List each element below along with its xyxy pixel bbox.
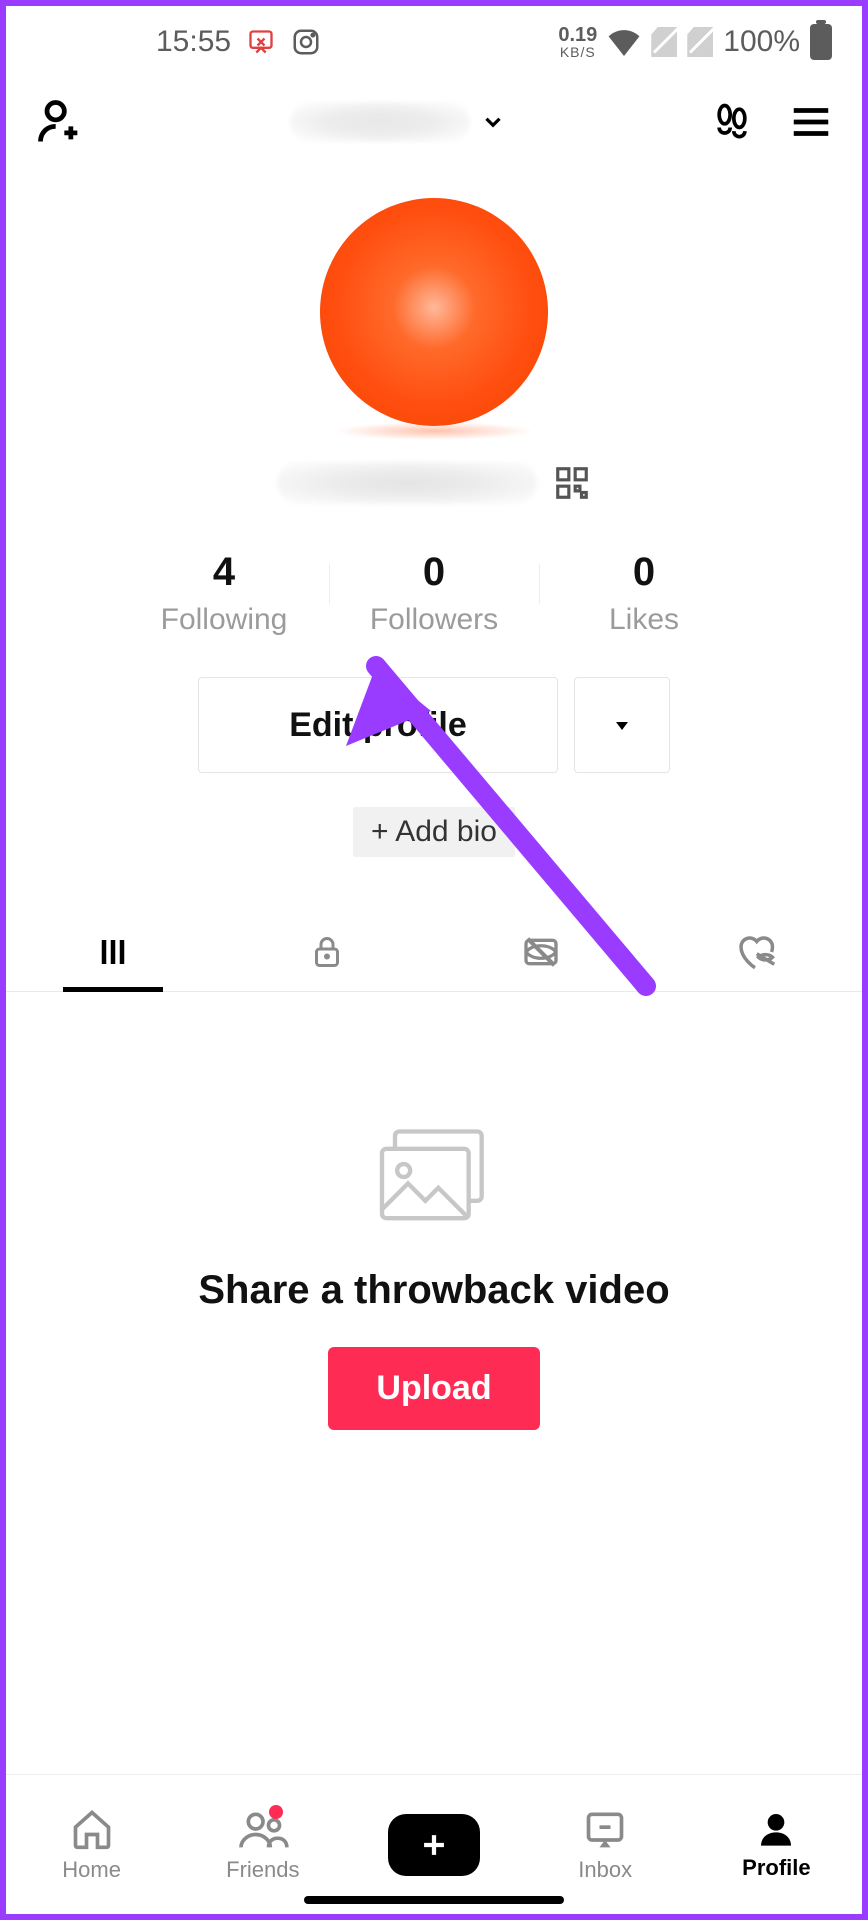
nav-friends-label: Friends (226, 1857, 299, 1883)
tab-posts[interactable] (6, 913, 220, 991)
create-button[interactable] (388, 1814, 480, 1876)
stats-row: 4 Following 0 Followers 0 Likes (6, 550, 862, 637)
edit-profile-button[interactable]: Edit profile (198, 677, 558, 773)
nav-profile-label: Profile (742, 1855, 810, 1881)
screen-record-icon (247, 28, 275, 56)
more-dropdown-button[interactable] (574, 677, 670, 773)
add-friend-icon[interactable] (34, 96, 86, 148)
profile-header (6, 78, 862, 158)
status-bar: 15:55 0.19 KB/S 100% (6, 6, 862, 78)
sim1-off-icon (651, 27, 677, 57)
add-bio-label: + Add bio (371, 815, 497, 848)
nav-friends[interactable]: Friends (177, 1775, 348, 1914)
nav-home[interactable]: Home (6, 1775, 177, 1914)
clock: 15:55 (156, 25, 231, 59)
nav-home-label: Home (62, 1857, 121, 1883)
following-stat[interactable]: 4 Following (119, 550, 329, 637)
username-hidden (290, 102, 470, 142)
battery-percent: 100% (723, 25, 800, 59)
tab-reposts[interactable] (434, 913, 648, 991)
upload-button[interactable]: Upload (328, 1347, 539, 1430)
tab-liked[interactable] (648, 913, 862, 991)
home-indicator (304, 1896, 564, 1904)
empty-title: Share a throwback video (198, 1268, 669, 1313)
wifi-icon (607, 28, 641, 56)
battery-icon (810, 24, 832, 60)
nav-inbox[interactable]: Inbox (520, 1775, 691, 1914)
bottom-nav: Home Friends Inbox Profile (6, 1774, 862, 1914)
notification-dot (269, 1805, 283, 1819)
nav-profile[interactable]: Profile (691, 1775, 862, 1914)
username-dropdown[interactable] (290, 102, 506, 142)
avatar[interactable] (320, 198, 548, 426)
upload-label: Upload (376, 1369, 491, 1407)
network-speed: 0.19 KB/S (558, 25, 597, 59)
followers-stat[interactable]: 0 Followers (329, 550, 539, 637)
tab-private[interactable] (220, 913, 434, 991)
edit-profile-label: Edit profile (289, 706, 467, 745)
handle-hidden (277, 462, 537, 504)
empty-state: Share a throwback video Upload (6, 1122, 862, 1430)
nav-inbox-label: Inbox (578, 1857, 632, 1883)
profile-tabs (6, 913, 862, 992)
photos-icon (369, 1122, 499, 1232)
likes-stat[interactable]: 0 Likes (539, 550, 749, 637)
sim2-off-icon (687, 27, 713, 57)
add-bio-button[interactable]: + Add bio (353, 807, 515, 857)
qr-icon[interactable] (553, 464, 591, 502)
footprints-icon[interactable] (710, 100, 754, 144)
instagram-icon (291, 27, 321, 57)
menu-icon[interactable] (788, 99, 834, 145)
